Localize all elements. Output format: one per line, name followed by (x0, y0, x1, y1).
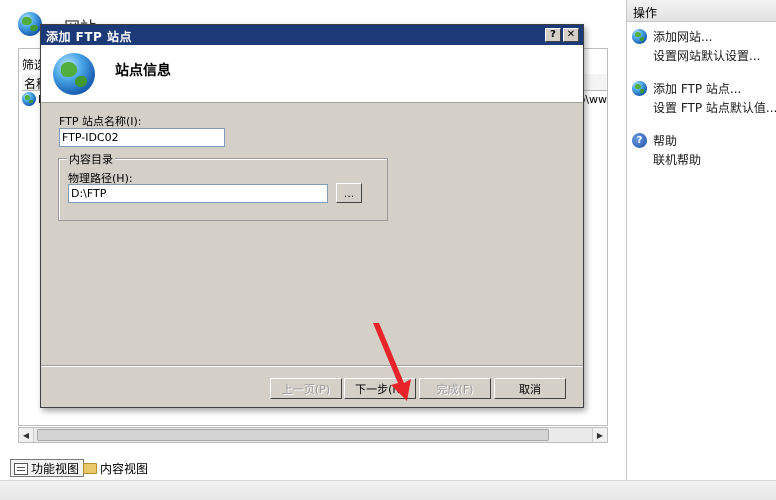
action-website-defaults[interactable]: 设置网站默认设置... (653, 47, 776, 66)
finish-button[interactable]: 完成(F) (419, 378, 491, 399)
cancel-button[interactable]: 取消 (494, 378, 566, 399)
tab-features-view[interactable]: 功能视图 (10, 459, 85, 477)
actions-pane: 操作 添加网站... 设置网站默认设置... 添加 FTP 站点... 设置 F… (626, 0, 776, 482)
action-add-ftp-site[interactable]: 添加 FTP 站点... (653, 80, 776, 99)
actions-header: 操作 (627, 0, 776, 22)
dialog-banner: 站点信息 (41, 45, 583, 103)
dialog-heading: 站点信息 (115, 63, 171, 79)
annotation-arrow-icon (373, 323, 411, 401)
globe-icon (18, 12, 42, 36)
globe-icon (632, 81, 647, 96)
site-name-input[interactable] (59, 128, 225, 147)
add-ftp-site-dialog: 添加 FTP 站点 ? ✕ 站点信息 FTP 站点名称(I): 内容目录 物理路… (40, 24, 584, 408)
bottom-strip (0, 480, 776, 500)
action-help[interactable]: 帮助 (653, 132, 776, 151)
tab-content-label: 内容视图 (100, 462, 149, 476)
dialog-help-button[interactable]: ? (545, 28, 561, 42)
action-ftp-defaults[interactable]: 设置 FTP 站点默认值... (653, 99, 776, 118)
tab-content-view[interactable]: 内容视图 (80, 459, 152, 477)
globe-icon (632, 29, 647, 44)
content-directory-group: 内容目录 物理路径(H): ... (58, 151, 388, 221)
content-directory-legend: 内容目录 (67, 151, 115, 167)
folder-icon (83, 463, 97, 474)
action-add-website[interactable]: 添加网站... (653, 28, 776, 47)
view-tabs: 功能视图 内容视图 (0, 456, 622, 480)
browse-button[interactable]: ... (336, 183, 362, 203)
features-view-icon (14, 462, 28, 475)
action-group-help: ? 帮助 联机帮助 (627, 132, 776, 170)
action-online-help[interactable]: 联机帮助 (653, 151, 776, 170)
action-group-ftp: 添加 FTP 站点... 设置 FTP 站点默认值... (627, 80, 776, 118)
previous-button[interactable]: 上一页(P) (270, 378, 342, 399)
dialog-divider (41, 365, 583, 367)
horizontal-scrollbar[interactable]: ◀ ▶ (18, 427, 608, 443)
dialog-titlebar[interactable]: 添加 FTP 站点 ? ✕ (41, 25, 583, 45)
site-name-label: FTP 站点名称(I): (59, 115, 142, 128)
action-group-website: 添加网站... 设置网站默认设置... (627, 28, 776, 66)
scroll-thumb[interactable] (37, 429, 549, 441)
globe-icon (22, 92, 36, 106)
dialog-title: 添加 FTP 站点 (46, 30, 133, 44)
dialog-close-button[interactable]: ✕ (563, 28, 579, 42)
scroll-left-icon[interactable]: ◀ (19, 428, 34, 442)
scroll-right-icon[interactable]: ▶ (592, 428, 607, 442)
globe-icon (53, 53, 95, 95)
help-icon: ? (632, 133, 647, 148)
physical-path-input[interactable] (68, 184, 328, 203)
tab-features-label: 功能视图 (31, 462, 80, 476)
